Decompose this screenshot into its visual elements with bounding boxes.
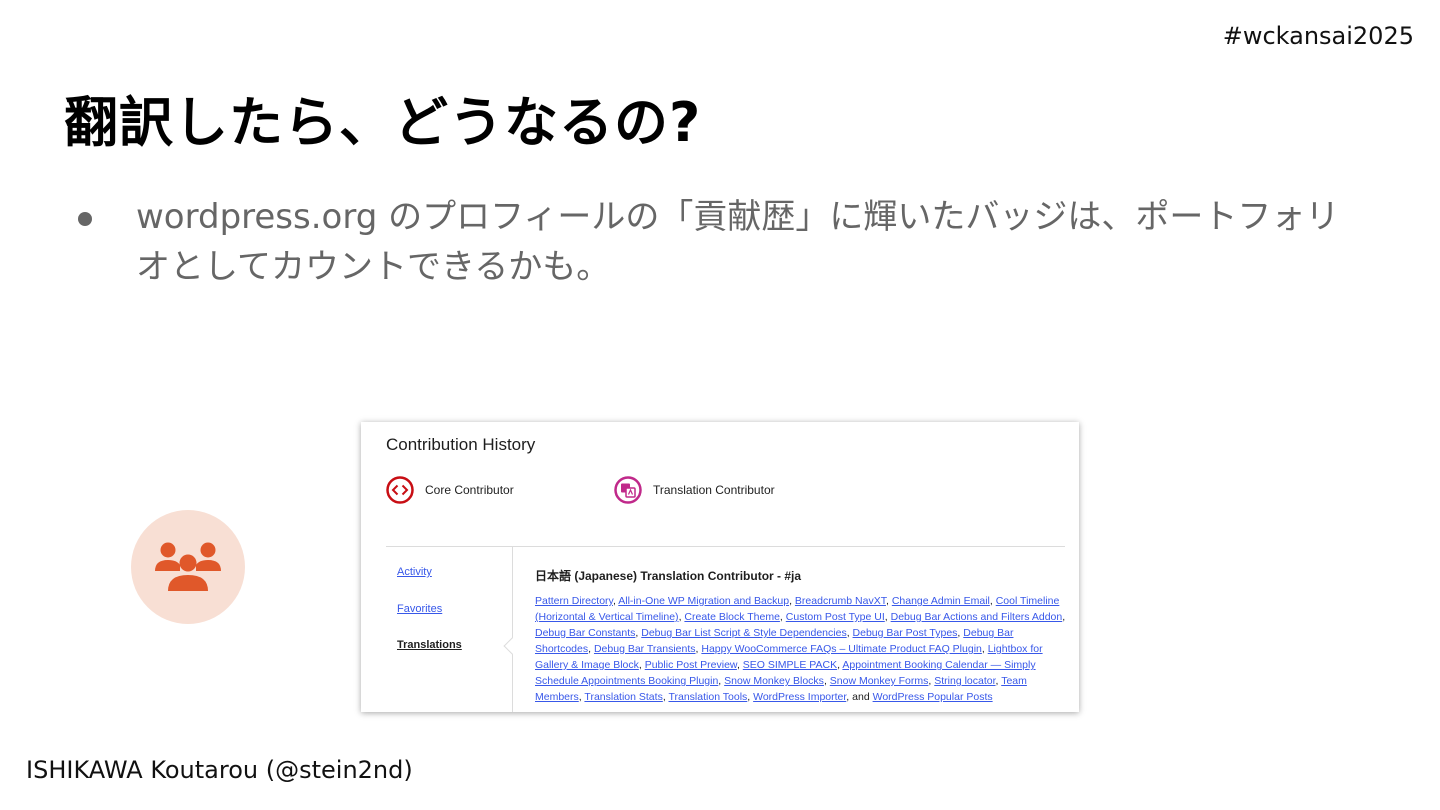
plugin-link[interactable]: Change Admin Email xyxy=(892,595,990,607)
plugin-link[interactable]: Pattern Directory xyxy=(535,595,613,607)
plugin-link[interactable]: WordPress Popular Posts xyxy=(873,691,993,703)
bullet-item: wordpress.org のプロフィールの「貢献歴」に輝いたバッジは、ポートフ… xyxy=(78,192,1368,292)
plugin-link[interactable]: Debug Bar Transients xyxy=(594,643,696,655)
plugin-link[interactable]: Happy WooCommerce FAQs – Ultimate Produc… xyxy=(701,643,982,655)
divider xyxy=(386,546,1065,547)
plugin-link[interactable]: Debug Bar Actions and Filters Addon xyxy=(891,611,1063,623)
sidebar-divider xyxy=(512,547,513,712)
and-text: and xyxy=(852,691,870,703)
core-contributor-label: Core Contributor xyxy=(425,483,514,497)
tab-favorites[interactable]: Favorites xyxy=(397,603,442,615)
active-tab-notch xyxy=(503,637,521,655)
bullet-text: wordpress.org のプロフィールの「貢献歴」に輝いたバッジは、ポートフ… xyxy=(136,197,1340,287)
plugin-link[interactable]: Translation Tools xyxy=(668,691,747,703)
author: ISHIKAWA Koutarou (@stein2nd) xyxy=(26,756,413,784)
plugin-link[interactable]: All-in-One WP Migration and Backup xyxy=(618,595,789,607)
slide-title: 翻訳したら、どうなるの? xyxy=(64,91,702,154)
plugin-link[interactable]: Debug Bar Constants xyxy=(535,627,635,639)
hashtag: #wckansai2025 xyxy=(1222,22,1414,50)
contribution-history-title: Contribution History xyxy=(386,435,536,454)
people-group-icon xyxy=(155,542,221,591)
plugin-link[interactable]: Debug Bar List Script & Style Dependenci… xyxy=(641,627,846,639)
bullet-dot xyxy=(78,212,92,226)
translation-contributor-badge: Translation Contributor xyxy=(614,476,775,504)
plugin-link[interactable]: SEO SIMPLE PACK xyxy=(743,659,837,671)
plugin-link[interactable]: Translation Stats xyxy=(584,691,662,703)
plugin-link[interactable]: Snow Monkey Blocks xyxy=(724,675,824,687)
plugin-link[interactable]: Public Post Preview xyxy=(645,659,737,671)
translation-section-heading: 日本語 (Japanese) Translation Contributor -… xyxy=(535,569,802,583)
core-contributor-badge: Core Contributor xyxy=(386,476,514,504)
translate-icon xyxy=(614,476,642,504)
plugin-link[interactable]: Custom Post Type UI xyxy=(786,611,885,623)
plugin-link[interactable]: Snow Monkey Forms xyxy=(830,675,929,687)
plugin-link[interactable]: Breadcrumb NavXT xyxy=(795,595,886,607)
plugin-link[interactable]: String locator xyxy=(934,675,995,687)
translation-badge xyxy=(131,510,245,624)
tab-translations[interactable]: Translations xyxy=(397,639,462,651)
plugin-link[interactable]: Debug Bar Post Types xyxy=(853,627,958,639)
translation-contributor-label: Translation Contributor xyxy=(653,483,775,497)
contribution-history-screenshot: Contribution History Core Contributor Tr… xyxy=(361,422,1079,712)
plugin-link[interactable]: WordPress Importer xyxy=(753,691,846,703)
code-icon xyxy=(386,476,414,504)
tab-activity[interactable]: Activity xyxy=(397,566,432,578)
plugin-link[interactable]: Create Block Theme xyxy=(684,611,780,623)
plugin-list: Pattern Directory, All-in-One WP Migrati… xyxy=(535,595,1066,703)
